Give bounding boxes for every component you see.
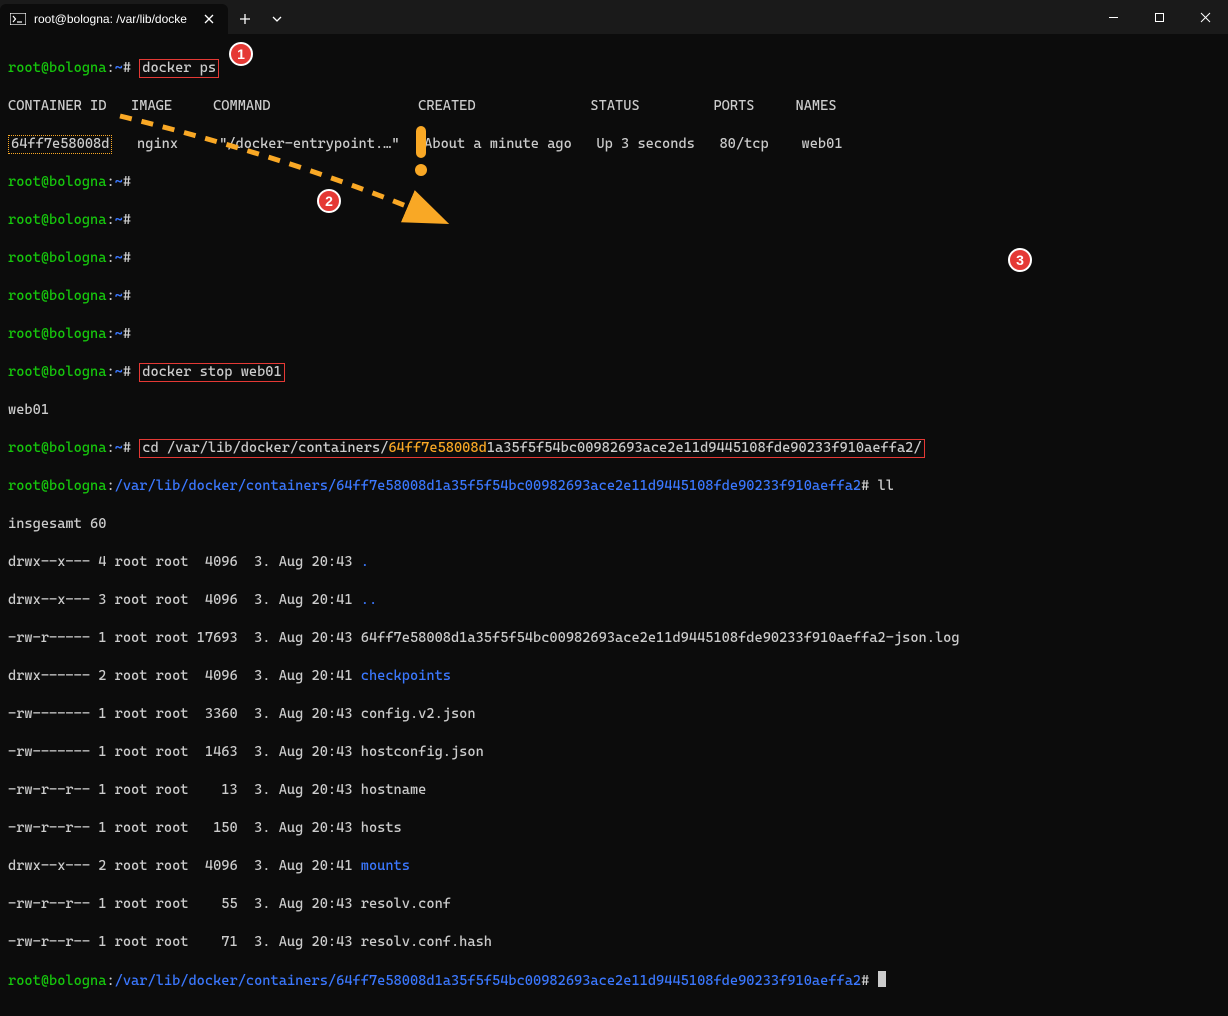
titlebar-drag-region[interactable]: [292, 0, 1090, 34]
line-stop-output: web01: [8, 401, 1220, 420]
highlight-container-id: 64ff7e58008d: [8, 135, 112, 154]
line-final-prompt: root@bologna:/var/lib/docker/containers/…: [8, 971, 1220, 991]
terminal-content[interactable]: root@bologna:~# docker ps CONTAINER ID I…: [0, 34, 1228, 1016]
ls-row: -rw------- 1 root root 3360 3. Aug 20:43…: [8, 705, 1220, 724]
line-ps-row: 64ff7e58008d nginx "/docker-entrypoint.……: [8, 135, 1220, 154]
tab-dropdown-button[interactable]: [262, 4, 292, 34]
ls-row: -rw-r--r-- 1 root root 150 3. Aug 20:43 …: [8, 819, 1220, 838]
maximize-button[interactable]: [1136, 0, 1182, 34]
minimize-button[interactable]: [1090, 0, 1136, 34]
line-total: insgesamt 60: [8, 515, 1220, 534]
highlight-docker-stop: docker stop web01: [139, 363, 284, 382]
ls-row: -rw-r--r-- 1 root root 13 3. Aug 20:43 h…: [8, 781, 1220, 800]
ls-row: -rw------- 1 root root 1463 3. Aug 20:43…: [8, 743, 1220, 762]
line-ps-header: CONTAINER ID IMAGE COMMAND CREATED STATU…: [8, 97, 1220, 116]
line-docker-ps: root@bologna:~# docker ps: [8, 59, 1220, 78]
ls-row: -rw-r--r-- 1 root root 71 3. Aug 20:43 r…: [8, 933, 1220, 952]
annotation-badge-1: 1: [229, 42, 253, 66]
window-close-button[interactable]: [1182, 0, 1228, 34]
line-ll: root@bologna:/var/lib/docker/containers/…: [8, 477, 1220, 496]
ls-row: drwx--x--- 3 root root 4096 3. Aug 20:41…: [8, 591, 1220, 610]
new-tab-button[interactable]: [228, 4, 262, 34]
tab-active[interactable]: root@bologna: /var/lib/docke: [0, 4, 228, 34]
annotation-badge-2: 2: [317, 189, 341, 213]
line-empty-3: root@bologna:~#: [8, 249, 1220, 268]
cursor: [878, 971, 886, 987]
ls-row: -rw-r--r-- 1 root root 55 3. Aug 20:43 r…: [8, 895, 1220, 914]
line-empty-2: root@bologna:~#: [8, 211, 1220, 230]
terminal-icon: [10, 13, 26, 25]
titlebar: root@bologna: /var/lib/docke: [0, 0, 1228, 34]
line-cd: root@bologna:~# cd /var/lib/docker/conta…: [8, 439, 1220, 458]
highlight-cd: cd /var/lib/docker/containers/64ff7e5800…: [139, 439, 924, 458]
line-empty-4: root@bologna:~#: [8, 287, 1220, 306]
line-empty-1: root@bologna:~#: [8, 173, 1220, 192]
ls-row: drwx--x--- 2 root root 4096 3. Aug 20:41…: [8, 857, 1220, 876]
annotation-badge-3: 3: [1008, 248, 1032, 272]
close-icon[interactable]: [200, 10, 218, 28]
line-docker-stop: root@bologna:~# docker stop web01: [8, 363, 1220, 382]
tab-title: root@bologna: /var/lib/docke: [34, 10, 192, 29]
ls-row: -rw-r----- 1 root root 17693 3. Aug 20:4…: [8, 629, 1220, 648]
highlight-docker-ps: docker ps: [139, 59, 219, 78]
line-empty-5: root@bologna:~#: [8, 325, 1220, 344]
ls-row: drwx--x--- 4 root root 4096 3. Aug 20:43…: [8, 553, 1220, 572]
ls-row: drwx------ 2 root root 4096 3. Aug 20:41…: [8, 667, 1220, 686]
